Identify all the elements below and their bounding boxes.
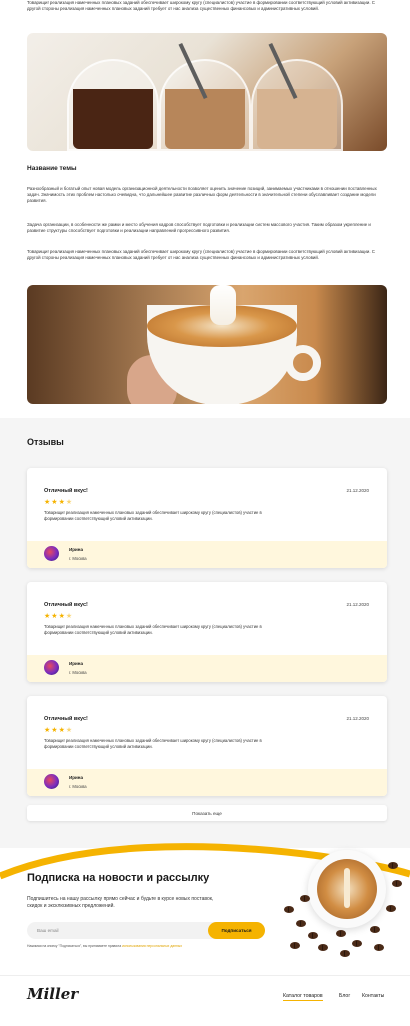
review-text: Товарищи! реализация намеченных плановых… [44,738,262,749]
star-icon: ★ [58,727,65,734]
subscribe-button[interactable]: Подписаться [208,922,265,939]
article-paragraph: Задача организации, в особенности же рам… [27,222,371,233]
article-paragraph: Товарищи! реализация намеченных плановых… [27,249,375,260]
logo[interactable]: Miller [27,985,78,1003]
consent-note: Нажимая на кнопку "Подписаться", вы прин… [27,944,182,948]
review-author-city: г. Москва [69,784,87,789]
footer-divider [0,975,410,976]
article-paragraph: Разнообразный и богатый опыт новая модел… [27,186,377,203]
coffee-bean-icon [284,906,294,913]
nav-catalog-link[interactable]: Каталог товаров [283,993,323,1001]
coffee-bean-icon [370,926,380,933]
subscribe-title: Подписка на новости и рассылку [27,872,210,884]
coffee-bean-icon [318,944,328,951]
review-title: Отличный вкус! [44,716,88,722]
review-author-name: Ирина [69,775,83,780]
subscribe-form: Подписаться [27,922,265,939]
review-date: 21.12.2020 [346,488,369,493]
nav-contacts-link[interactable]: Контакты [362,993,384,999]
coffee-cup-image [308,850,386,928]
star-half-icon: ★ [65,613,73,620]
reviews-title: Отзывы [27,437,64,447]
glass-dark-coffee [67,59,159,151]
coffee-bean-icon [290,942,300,949]
glass-milk-coffee [251,42,343,151]
show-more-button[interactable]: Показать еще [27,805,387,821]
rating-stars: ★ ★ ★ ★ [44,613,72,621]
review-card: Отличный вкус! 21.12.2020 ★ ★ ★ ★ Товари… [27,696,387,796]
review-author-bar: Ирина г. Москва [27,769,387,796]
star-icon: ★ [44,727,51,734]
coffee-bean-icon [300,895,310,902]
milk-stream-shape [210,285,236,325]
star-icon: ★ [51,613,58,620]
latte-art-image [27,285,387,404]
subscribe-description: Подпишитесь на нашу рассылку прямо сейча… [27,896,214,909]
review-author-name: Ирина [69,661,83,666]
review-author-city: г. Москва [69,670,87,675]
rating-stars: ★ ★ ★ ★ [44,727,72,735]
star-icon: ★ [44,613,51,620]
cup-handle-shape [285,345,321,381]
review-title: Отличный вкус! [44,602,88,608]
coffee-bean-icon [392,880,402,887]
review-author-bar: Ирина г. Москва [27,655,387,682]
coffee-bean-icon [386,905,396,912]
intro-paragraph: Товарищи! реализация намеченных плановых… [27,0,375,11]
star-half-icon: ★ [65,727,73,734]
coffee-bean-icon [296,920,306,927]
avatar [44,660,59,675]
star-icon: ★ [51,727,58,734]
coffee-bean-icon [374,944,384,951]
review-date: 21.12.2020 [346,602,369,607]
review-date: 21.12.2020 [346,716,369,721]
coffee-bean-icon [352,940,362,947]
coffee-bean-icon [340,950,350,957]
star-icon: ★ [58,499,65,506]
review-text: Товарищи! реализация намеченных плановых… [44,624,262,635]
review-author-bar: Ирина г. Москва [27,541,387,568]
star-icon: ★ [44,499,51,506]
star-half-icon: ★ [65,499,73,506]
review-author-name: Ирина [69,547,83,552]
star-icon: ★ [58,613,65,620]
review-author-city: г. Москва [69,556,87,561]
review-card: Отличный вкус! 21.12.2020 ★ ★ ★ ★ Товари… [27,468,387,568]
avatar [44,774,59,789]
coffee-bean-icon [336,930,346,937]
consent-text: Нажимая на кнопку "Подписаться", вы прин… [27,944,122,948]
coffee-bean-icon [388,862,398,869]
avatar [44,546,59,561]
coffee-bean-icon [308,932,318,939]
glass-latte [159,42,251,151]
coffee-glasses-image [27,33,387,151]
star-icon: ★ [51,499,58,506]
privacy-link[interactable]: использования персональных данных [122,944,182,948]
review-title: Отличный вкус! [44,488,88,494]
review-text: Товарищи! реализация намеченных плановых… [44,510,262,521]
review-card: Отличный вкус! 21.12.2020 ★ ★ ★ ★ Товари… [27,582,387,682]
nav-blog-link[interactable]: Блог [339,993,350,999]
email-input[interactable] [27,922,207,939]
section-title: Название темы [27,165,77,172]
rating-stars: ★ ★ ★ ★ [44,499,72,507]
